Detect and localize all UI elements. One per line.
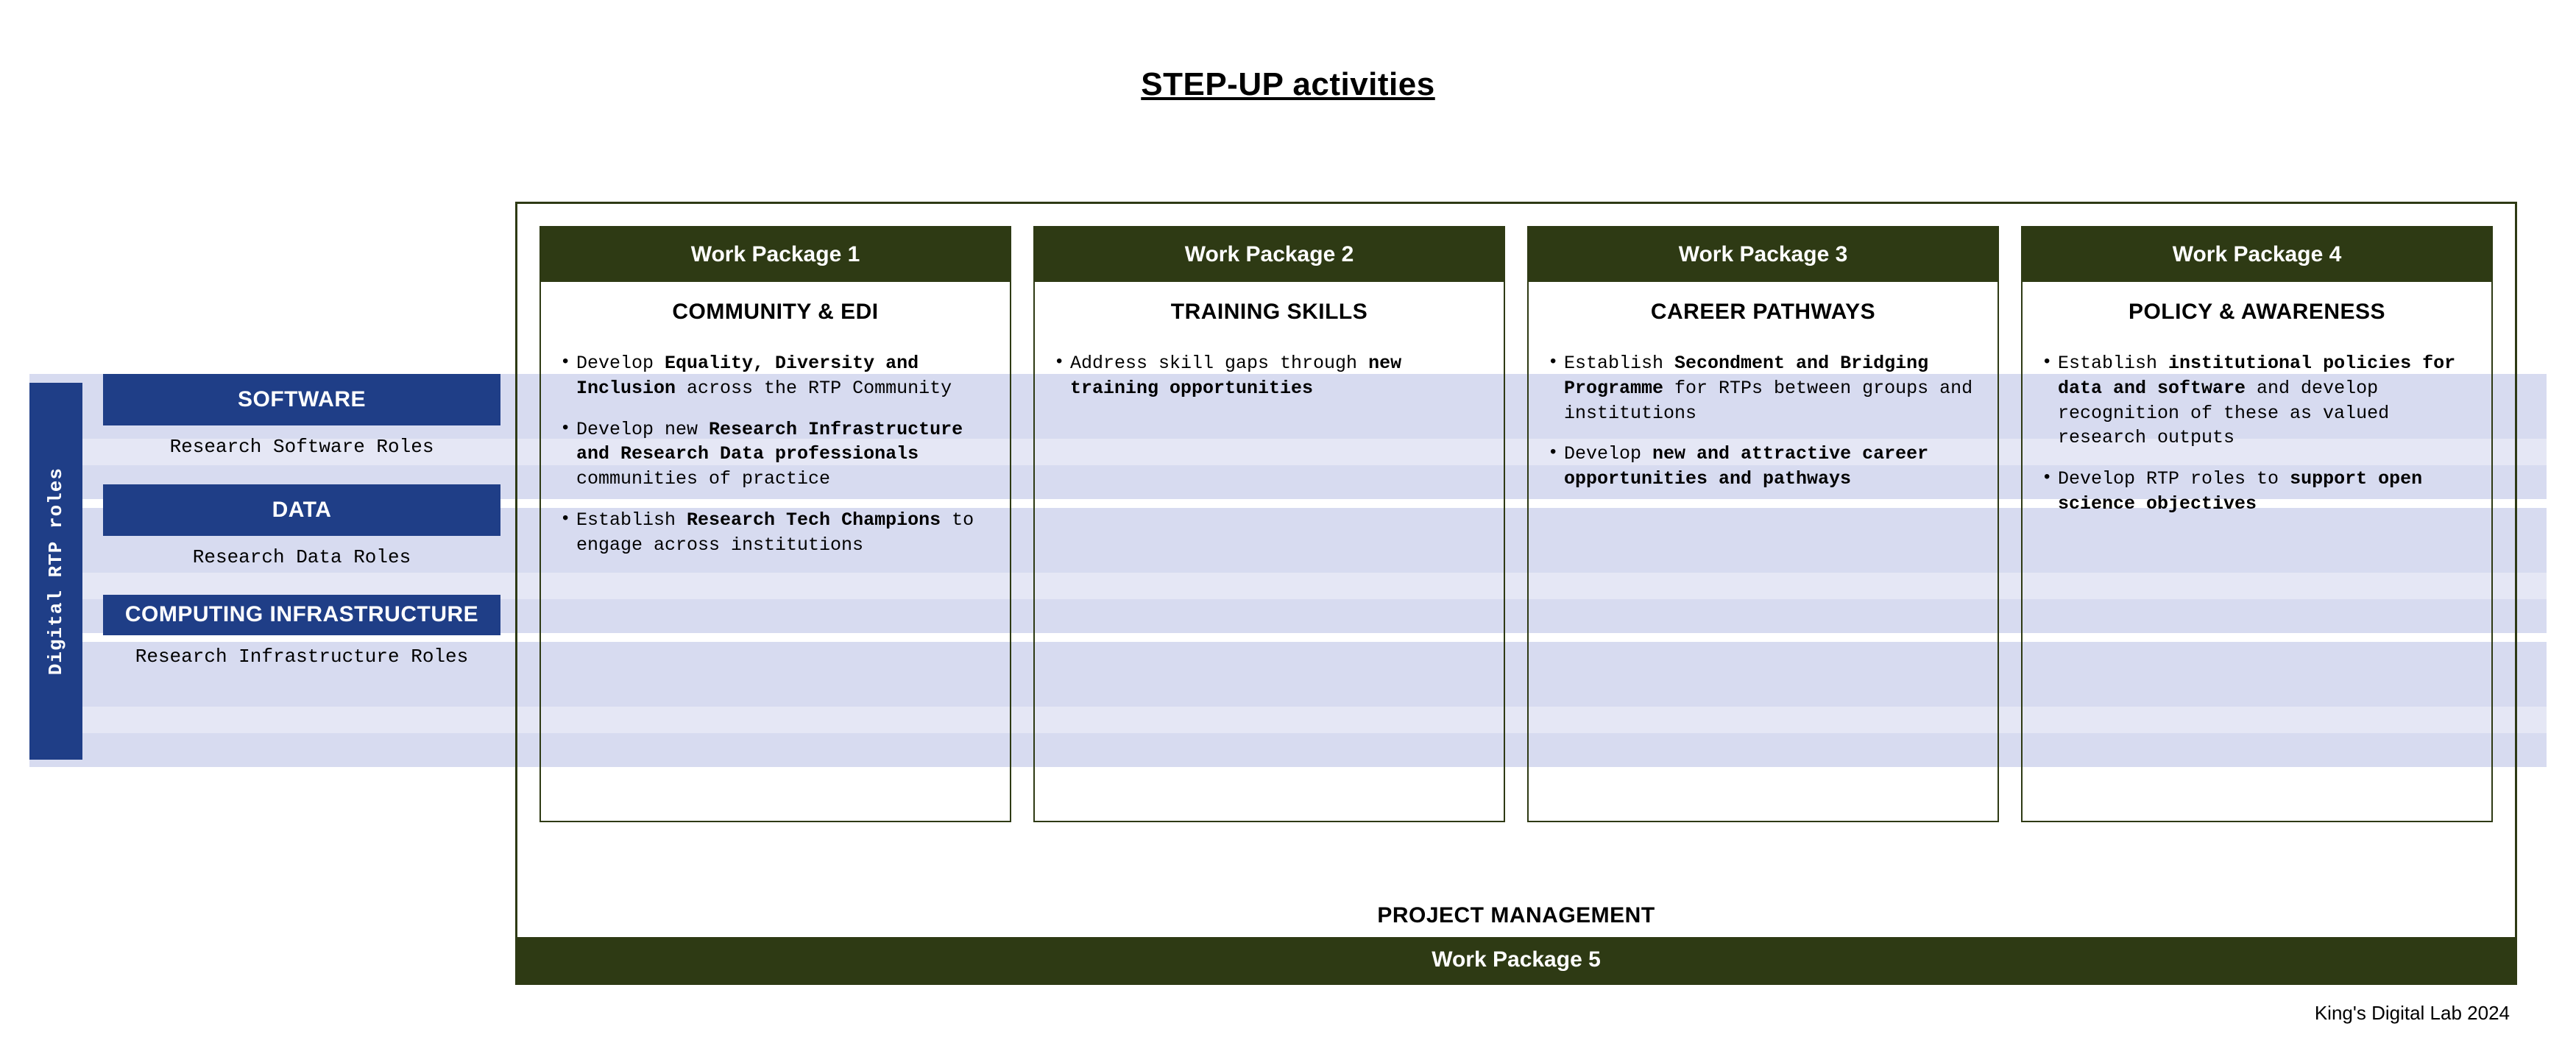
wp4-bullet: Establish institutional policies for dat… bbox=[2042, 345, 2472, 461]
wp1-bullet: Develop new Research Infrastructure and … bbox=[560, 411, 991, 502]
role-software-desc: Research Software Roles bbox=[103, 425, 500, 476]
wp2-bullet: Address skill gaps through new training … bbox=[1054, 345, 1485, 411]
wp3-header: Work Package 3 bbox=[1529, 227, 1998, 282]
role-computing-infra-header: COMPUTING INFRASTRUCTURE bbox=[103, 595, 500, 635]
wp3-bullet: Establish Secondment and Bridging Progra… bbox=[1548, 345, 1978, 436]
work-packages-row: Work Package 1 COMMUNITY & EDI Develop E… bbox=[539, 226, 2493, 822]
wp4-subtitle: POLICY & AWARENESS bbox=[2023, 282, 2491, 338]
work-package-5-bar: Work Package 5 bbox=[517, 937, 2515, 983]
wp4-header: Work Package 4 bbox=[2023, 227, 2491, 282]
wp4-bullet: Develop RTP roles to support open scienc… bbox=[2042, 461, 2472, 527]
wp1-bullet: Establish Research Tech Champions to eng… bbox=[560, 502, 991, 568]
wp1-subtitle: COMMUNITY & EDI bbox=[541, 282, 1010, 338]
wp1-bullet: Develop Equality, Diversity and Inclusio… bbox=[560, 345, 991, 411]
work-package-1: Work Package 1 COMMUNITY & EDI Develop E… bbox=[539, 226, 1011, 822]
rtp-roles-vertical-label-text: Digital RTP roles bbox=[45, 467, 67, 675]
wp4-body: Establish institutional policies for dat… bbox=[2023, 338, 2491, 821]
wp2-body: Address skill gaps through new training … bbox=[1035, 338, 1504, 821]
role-data: DATA Research Data Roles bbox=[103, 484, 500, 586]
role-software-header: SOFTWARE bbox=[103, 374, 500, 425]
role-computing-infra-desc: Research Infrastructure Roles bbox=[103, 635, 500, 685]
work-package-2: Work Package 2 TRAINING SKILLS Address s… bbox=[1033, 226, 1505, 822]
role-data-desc: Research Data Roles bbox=[103, 536, 500, 586]
project-management-label: PROJECT MANAGEMENT bbox=[517, 903, 2515, 928]
rtp-roles-column: SOFTWARE Research Software Roles DATA Re… bbox=[103, 374, 500, 694]
wp3-body: Establish Secondment and Bridging Progra… bbox=[1529, 338, 1998, 821]
role-computing-infra: COMPUTING INFRASTRUCTURE Research Infras… bbox=[103, 595, 500, 685]
work-packages-container: Work Package 1 COMMUNITY & EDI Develop E… bbox=[515, 202, 2517, 985]
role-software: SOFTWARE Research Software Roles bbox=[103, 374, 500, 476]
rtp-roles-vertical-label: Digital RTP roles bbox=[29, 383, 82, 760]
wp3-subtitle: CAREER PATHWAYS bbox=[1529, 282, 1998, 338]
work-package-4: Work Package 4 POLICY & AWARENESS Establ… bbox=[2021, 226, 2493, 822]
wp1-body: Develop Equality, Diversity and Inclusio… bbox=[541, 338, 1010, 821]
credit-line: King's Digital Lab 2024 bbox=[2315, 1002, 2510, 1025]
wp2-subtitle: TRAINING SKILLS bbox=[1035, 282, 1504, 338]
wp1-header: Work Package 1 bbox=[541, 227, 1010, 282]
page-title: STEP-UP activities bbox=[29, 66, 2547, 103]
role-data-header: DATA bbox=[103, 484, 500, 536]
work-package-3: Work Package 3 CAREER PATHWAYS Establish… bbox=[1527, 226, 1999, 822]
wp2-header: Work Package 2 bbox=[1035, 227, 1504, 282]
wp3-bullet: Develop new and attractive career opport… bbox=[1548, 436, 1978, 502]
